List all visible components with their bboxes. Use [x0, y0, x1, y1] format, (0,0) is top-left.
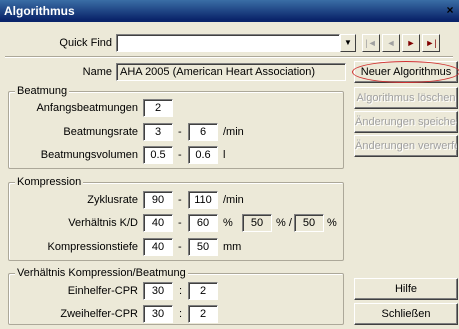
verhaeltnis-kd-dash: -	[178, 217, 182, 229]
kompressionstiefe-label: Kompressionstiefe	[47, 241, 139, 253]
zyklusrate-max-field[interactable]: 110	[188, 191, 218, 209]
save-changes-button[interactable]: Änderungen speichern	[354, 111, 458, 133]
einhelfer-cpr-colon: :	[179, 285, 183, 297]
zweihelfer-cpr-colon: :	[179, 308, 183, 320]
chevron-down-icon: ▼	[344, 38, 352, 47]
zweihelfer-cpr-compressions-field[interactable]: 30	[143, 305, 173, 323]
verhaeltnis-kd-unit: %	[223, 217, 233, 229]
prev-icon: ◄	[386, 38, 396, 48]
name-label: Name	[82, 66, 112, 78]
verhaeltnis-kd-decompression-field[interactable]: 50	[294, 214, 324, 232]
kompression-group-title: Kompression	[15, 175, 84, 189]
first-icon: |◄	[365, 38, 377, 48]
beatmungsrate-unit: /min	[223, 126, 244, 138]
last-record-button[interactable]: ►|	[422, 34, 440, 52]
zweihelfer-cpr-breaths-field[interactable]: 2	[188, 305, 218, 323]
kompressionstiefe-max-field[interactable]: 50	[188, 238, 218, 256]
last-icon: ►|	[425, 38, 437, 48]
verhaeltnis-kd-unit2: %	[327, 217, 337, 229]
help-button[interactable]: Hilfe	[354, 278, 458, 300]
ratio-group-title: Verhältnis Kompression/Beatmung	[15, 266, 188, 280]
beatmungsrate-dash: -	[178, 126, 182, 138]
beatmungsvolumen-max-field[interactable]: 0.6	[188, 146, 218, 164]
zyklusrate-dash: -	[178, 194, 182, 206]
quick-find-input[interactable]	[116, 34, 340, 52]
delete-algorithm-button[interactable]: Algorithmus löschen	[354, 87, 458, 109]
beatmungsrate-min-field[interactable]: 3	[143, 123, 173, 141]
kompressionstiefe-dash: -	[178, 241, 182, 253]
close-button[interactable]: Schließen	[354, 303, 458, 325]
beatmung-group-title: Beatmung	[15, 84, 70, 98]
verhaeltnis-kd-min-field[interactable]: 40	[143, 214, 173, 232]
window-title: Algorithmus	[4, 4, 75, 18]
name-field[interactable]: AHA 2005 (American Heart Association)	[116, 63, 346, 81]
kompressionstiefe-unit: mm	[223, 241, 242, 253]
beatmungsvolumen-min-field[interactable]: 0.5	[143, 146, 173, 164]
prev-record-button[interactable]: ◄	[382, 34, 400, 52]
separator	[5, 56, 453, 58]
next-icon: ►	[406, 38, 416, 48]
einhelfer-cpr-breaths-field[interactable]: 2	[188, 282, 218, 300]
zyklusrate-label: Zyklusrate	[87, 194, 138, 206]
discard-changes-button[interactable]: Änderungen verwerfen	[354, 135, 458, 157]
algorithm-window: Algorithmus × Quick Find ▼ |◄ ◄ ► ►| Nam…	[0, 0, 459, 329]
verhaeltnis-kd-max-field[interactable]: 60	[188, 214, 218, 232]
zyklusrate-unit: /min	[223, 194, 244, 206]
beatmungsvolumen-label: Beatmungsvolumen	[40, 149, 138, 161]
kompressionstiefe-min-field[interactable]: 40	[143, 238, 173, 256]
beatmungsvolumen-unit: l	[223, 149, 226, 161]
zyklusrate-min-field[interactable]: 90	[143, 191, 173, 209]
quick-find-label: Quick Find	[59, 37, 112, 49]
beatmungsrate-max-field[interactable]: 6	[188, 123, 218, 141]
beatmungsvolumen-dash: -	[178, 149, 182, 161]
next-record-button[interactable]: ►	[402, 34, 420, 52]
anfangsbeatmungen-label: Anfangsbeatmungen	[36, 102, 138, 114]
zweihelfer-cpr-label: Zweihelfer-CPR	[60, 308, 138, 320]
quick-find-dropdown-button[interactable]: ▼	[340, 34, 356, 52]
beatmungsrate-label: Beatmungsrate	[63, 126, 138, 138]
verhaeltnis-kd-compression-field[interactable]: 50	[242, 214, 272, 232]
first-record-button[interactable]: |◄	[362, 34, 380, 52]
einhelfer-cpr-compressions-field[interactable]: 30	[143, 282, 173, 300]
verhaeltnis-kd-separator: % /	[276, 217, 292, 229]
verhaeltnis-kd-label: Verhältnis K/D	[68, 217, 138, 229]
new-algorithm-button[interactable]: Neuer Algorithmus	[354, 61, 458, 83]
close-icon[interactable]: ×	[443, 3, 457, 17]
title-bar: Algorithmus	[0, 0, 459, 22]
einhelfer-cpr-label: Einhelfer-CPR	[67, 285, 138, 297]
anfangsbeatmungen-field[interactable]: 2	[143, 99, 173, 117]
